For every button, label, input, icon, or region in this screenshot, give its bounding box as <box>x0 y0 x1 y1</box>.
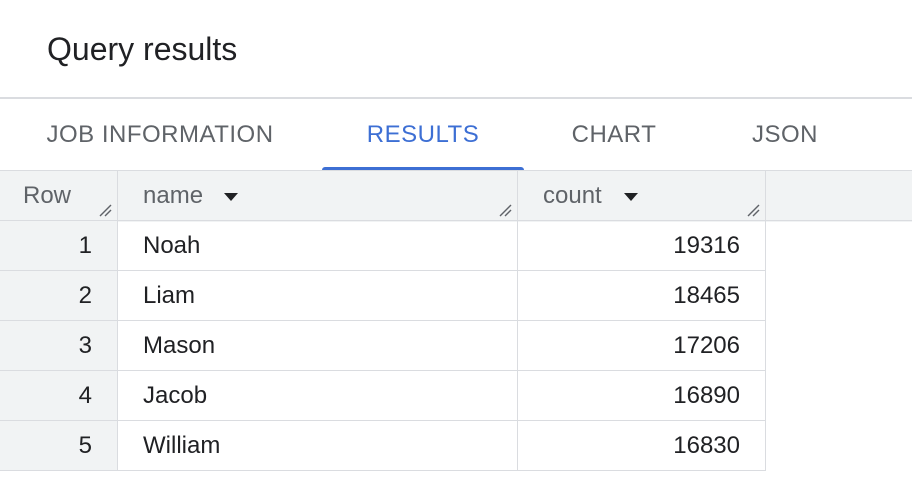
cell-name[interactable]: Jacob <box>118 371 518 420</box>
tab-results[interactable]: RESULTS <box>322 99 524 171</box>
table-row: 2 Liam 18465 <box>0 271 766 321</box>
cell-count[interactable]: 19316 <box>518 221 766 270</box>
cell-count[interactable]: 16890 <box>518 371 766 420</box>
row-number: 3 <box>0 321 118 370</box>
tab-json[interactable]: JSON <box>725 99 845 171</box>
row-number: 1 <box>0 221 118 270</box>
arrow-drop-down-icon[interactable] <box>224 193 238 201</box>
column-resize-icon[interactable] <box>498 203 512 217</box>
row-number: 5 <box>0 421 118 470</box>
results-tabs: JOB INFORMATION RESULTS CHART JSON <box>0 99 912 171</box>
table-row: 1 Noah 19316 <box>0 221 766 271</box>
table-row: 4 Jacob 16890 <box>0 371 766 421</box>
row-column-header: Row <box>0 171 118 221</box>
cell-count[interactable]: 17206 <box>518 321 766 370</box>
cell-count[interactable]: 16830 <box>518 421 766 470</box>
column-resize-icon[interactable] <box>98 203 112 217</box>
column-header-count[interactable]: count <box>518 171 766 221</box>
column-header-name[interactable]: name <box>118 171 518 221</box>
panel-title: Query results <box>47 31 238 67</box>
column-header-name-label: name <box>143 182 204 209</box>
cell-count[interactable]: 18465 <box>518 271 766 320</box>
cell-name[interactable]: William <box>118 421 518 470</box>
table-row: 3 Mason 17206 <box>0 321 766 371</box>
tab-chart[interactable]: CHART <box>545 99 683 171</box>
header-filler <box>766 171 912 221</box>
column-resize-icon[interactable] <box>746 203 760 217</box>
cell-name[interactable]: Liam <box>118 271 518 320</box>
row-number: 4 <box>0 371 118 420</box>
tab-results-label: RESULTS <box>366 121 480 148</box>
cell-name[interactable]: Mason <box>118 321 518 370</box>
tab-job-information[interactable]: JOB INFORMATION <box>30 99 290 171</box>
results-table-header: Row name count <box>0 171 912 222</box>
column-header-count-label: count <box>543 182 602 209</box>
row-header-label: Row <box>23 182 72 209</box>
table-row: 5 William 16830 <box>0 421 766 471</box>
arrow-drop-down-icon[interactable] <box>624 193 638 201</box>
results-table-body: 1 Noah 19316 2 Liam 18465 3 Mason 17206 … <box>0 221 766 471</box>
cell-name[interactable]: Noah <box>118 221 518 270</box>
row-number: 2 <box>0 271 118 320</box>
